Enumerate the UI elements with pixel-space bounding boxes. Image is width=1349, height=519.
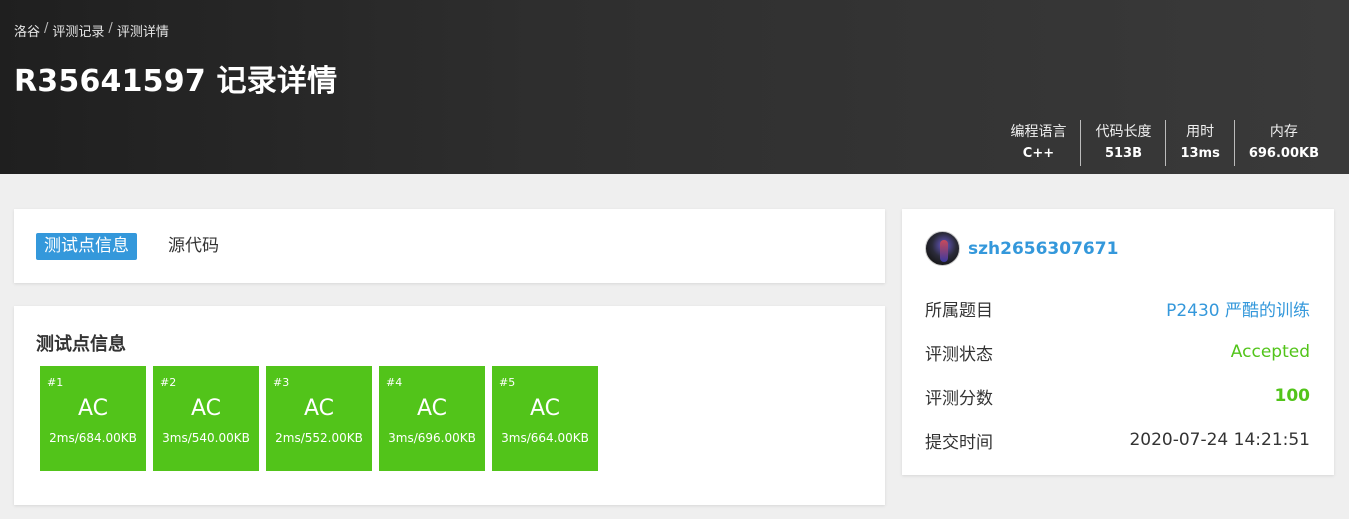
info-row-status: 评测状态 Accepted xyxy=(925,340,1310,365)
stat-value: 513B xyxy=(1104,146,1142,161)
testcases-title: 测试点信息 xyxy=(36,334,126,355)
stat-memory: 内存 696.00KB xyxy=(1233,120,1333,166)
score-value: 100 xyxy=(1274,386,1311,406)
testcase-status: AC xyxy=(416,396,448,421)
stats-bar: 编程语言 C++ 代码长度 513B 用时 13ms 内存 696.00KB xyxy=(996,120,1333,166)
testcases-card: 测试点信息 #1 AC 2ms/684.00KB #2 AC 3ms/540.0… xyxy=(14,306,885,505)
stat-label: 内存 xyxy=(1269,124,1298,140)
testcase-info: 2ms/684.00KB xyxy=(49,431,137,445)
breadcrumb-separator: / xyxy=(108,21,113,36)
breadcrumb-detail[interactable]: 评测详情 xyxy=(117,21,169,40)
problem-link[interactable]: P2430 严酷的训练 xyxy=(1166,296,1310,321)
info-label: 所属题目 xyxy=(925,300,993,321)
stat-language: 编程语言 C++ xyxy=(996,120,1080,166)
info-label: 评测分数 xyxy=(925,388,993,409)
testcase-tile[interactable]: #2 AC 3ms/540.00KB xyxy=(153,366,259,471)
info-label: 提交时间 xyxy=(925,432,993,453)
testcase-id: #1 xyxy=(47,376,64,389)
testcase-info: 3ms/664.00KB xyxy=(501,431,589,445)
breadcrumb-separator: / xyxy=(44,21,49,36)
testcase-id: #2 xyxy=(160,376,177,389)
stat-code-length: 代码长度 513B xyxy=(1080,120,1165,166)
page-title: R35641597 记录详情 xyxy=(14,64,338,99)
info-row-score: 评测分数 100 xyxy=(925,384,1311,409)
testcase-info: 3ms/696.00KB xyxy=(388,431,476,445)
testcase-info: 3ms/540.00KB xyxy=(162,431,250,445)
tab-source-code[interactable]: 源代码 xyxy=(160,233,227,260)
tab-testcases[interactable]: 测试点信息 xyxy=(36,233,137,260)
stat-label: 代码长度 xyxy=(1095,124,1152,140)
stat-label: 用时 xyxy=(1186,124,1215,140)
breadcrumb-home[interactable]: 洛谷 xyxy=(14,21,40,40)
status-value: Accepted xyxy=(1230,342,1310,362)
info-row-submit-time: 提交时间 2020-07-24 14:21:51 xyxy=(925,428,1310,453)
avatar[interactable] xyxy=(925,231,960,266)
testcase-id: #5 xyxy=(499,376,516,389)
stat-label: 编程语言 xyxy=(1010,124,1067,140)
stat-value: 696.00KB xyxy=(1248,146,1319,161)
testcase-status: AC xyxy=(529,396,561,421)
testcase-tile[interactable]: #1 AC 2ms/684.00KB xyxy=(40,366,146,471)
user-row: szh2656307671 xyxy=(925,231,1118,266)
breadcrumb: 洛谷 / 评测记录 / 评测详情 xyxy=(14,21,169,40)
submit-time-value: 2020-07-24 14:21:51 xyxy=(1129,430,1310,450)
testcase-tile[interactable]: #4 AC 3ms/696.00KB xyxy=(379,366,485,471)
testcase-id: #3 xyxy=(273,376,290,389)
testcase-info: 2ms/552.00KB xyxy=(275,431,363,445)
testcase-id: #4 xyxy=(386,376,403,389)
testcase-status: AC xyxy=(190,396,222,421)
record-info-card: szh2656307671 所属题目 P2430 严酷的训练 评测状态 Acce… xyxy=(902,209,1334,475)
tabs-card: 测试点信息 源代码 xyxy=(14,209,885,283)
testcase-status: AC xyxy=(303,396,335,421)
testcases-list: #1 AC 2ms/684.00KB #2 AC 3ms/540.00KB #3… xyxy=(40,366,598,471)
testcase-tile[interactable]: #3 AC 2ms/552.00KB xyxy=(266,366,372,471)
testcase-tile[interactable]: #5 AC 3ms/664.00KB xyxy=(492,366,598,471)
stat-value: 13ms xyxy=(1180,146,1220,161)
page-header: 洛谷 / 评测记录 / 评测详情 R35641597 记录详情 编程语言 C++… xyxy=(0,0,1349,174)
info-label: 评测状态 xyxy=(925,344,993,365)
info-row-problem: 所属题目 P2430 严酷的训练 xyxy=(925,296,1310,321)
username-link[interactable]: szh2656307671 xyxy=(968,239,1118,259)
stat-value: C++ xyxy=(1022,146,1055,161)
stat-time: 用时 13ms xyxy=(1165,120,1233,166)
breadcrumb-records[interactable]: 评测记录 xyxy=(52,21,104,40)
testcase-status: AC xyxy=(77,396,109,421)
